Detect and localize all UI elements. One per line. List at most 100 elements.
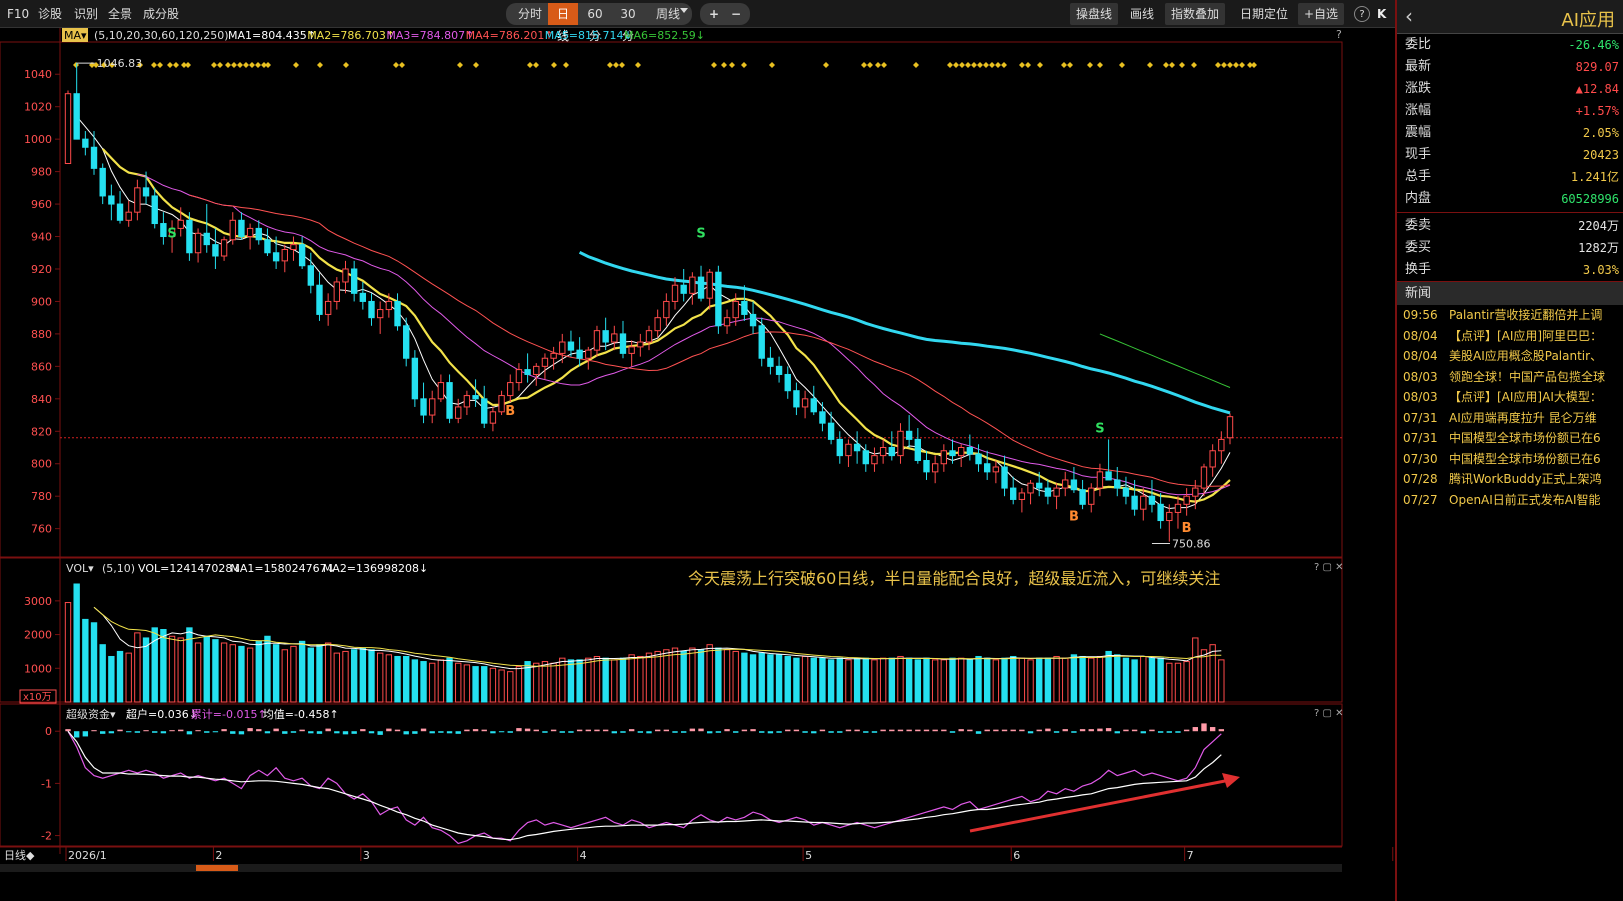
date-locate-button[interactable]: 日期定位 xyxy=(1240,0,1288,28)
candle-body xyxy=(593,330,601,351)
candle-body xyxy=(905,430,913,440)
candle-body xyxy=(671,284,679,302)
add-watchlist-button[interactable]: +自选 xyxy=(1298,3,1345,25)
candle-body xyxy=(966,447,974,455)
chart-area[interactable]: MA▾ (5,10,20,30,60,120,250) MA1=804.435↑ MA… xyxy=(0,28,1402,901)
volume-bar xyxy=(871,659,878,703)
candle-body xyxy=(1140,495,1147,510)
volume-bar xyxy=(507,671,514,703)
chevron-left-icon[interactable]: ‹ xyxy=(1405,4,1413,28)
fund-bar xyxy=(828,731,834,733)
trading-line-button[interactable]: 操盘线 xyxy=(1070,3,1119,25)
help-icon: ? xyxy=(1336,28,1342,41)
fund-bar xyxy=(342,731,349,735)
fund-bar xyxy=(394,729,401,732)
news-item[interactable]: 07/31 中国模型全球市场份额已在6 xyxy=(1397,428,1623,449)
candle-body xyxy=(758,325,765,359)
signal-diamond xyxy=(619,62,625,68)
candle-body xyxy=(1062,479,1069,489)
zoom-out-icon[interactable]: − xyxy=(726,3,746,25)
fund-bar xyxy=(1157,731,1164,733)
tab-diagnose[interactable]: 诊股 xyxy=(38,0,62,28)
volume-bar xyxy=(784,655,791,703)
candle-body xyxy=(897,430,904,457)
volume-bar xyxy=(836,657,843,703)
fund-bar xyxy=(204,731,210,733)
candle-body xyxy=(1209,450,1216,468)
period-tab-30min[interactable]: 30分 xyxy=(613,3,643,43)
volume-bar xyxy=(1122,657,1130,703)
index-overlay-button[interactable]: 指数叠加 xyxy=(1165,3,1226,25)
news-item[interactable]: 09:56 Palantir营收接近翻倍并上调 xyxy=(1397,305,1623,326)
fund-bar xyxy=(680,731,687,733)
fund-bar xyxy=(82,731,89,737)
candle-body xyxy=(1079,489,1086,505)
y-tick-label: 900 xyxy=(31,295,52,308)
fund-bars xyxy=(65,723,1225,738)
news-item[interactable]: 07/31 AI应用端再度拉升 昆仑万维 xyxy=(1397,408,1623,429)
signal-diamond xyxy=(1227,62,1233,68)
candles xyxy=(64,62,1234,542)
news-item[interactable]: 08/04 【点评】[AI应用]阿里巴巴： xyxy=(1397,326,1623,347)
collapse-icon[interactable]: K xyxy=(1377,0,1386,28)
period-tab-60min[interactable]: 60分 xyxy=(580,3,610,43)
news-time: 07/30 xyxy=(1403,451,1438,466)
news-item[interactable]: 08/04 美股AI应用概念股Palantir、 xyxy=(1397,346,1623,367)
news-item[interactable]: 07/30 中国模型全球市场份额已在6 xyxy=(1397,449,1623,470)
quote-row: 涨幅 +1.57% xyxy=(1397,100,1623,122)
signal-diamond xyxy=(151,62,157,68)
help-icon[interactable]: ? xyxy=(1354,6,1370,22)
fund-bar xyxy=(733,731,739,733)
news-headline: 中国模型全球市场份额已在6 xyxy=(1449,451,1601,466)
volume-bar xyxy=(775,654,783,703)
volume-bar xyxy=(940,659,948,703)
fund-bar xyxy=(264,731,271,734)
signal-diamond xyxy=(551,62,557,68)
news-item[interactable]: 08/03 领跑全球！中国产品包揽全球 xyxy=(1397,367,1623,388)
volume-bar xyxy=(810,657,817,703)
signal-diamond xyxy=(225,62,231,68)
news-item[interactable]: 07/28 腾讯WorkBuddy正式上架鸿 xyxy=(1397,469,1623,490)
candle-body xyxy=(1036,482,1043,489)
kline-chart[interactable]: MA▾ (5,10,20,30,60,120,250) MA1=804.435↑MA… xyxy=(0,28,1402,901)
fund-bar xyxy=(108,731,115,734)
tab-identify[interactable]: 识别 xyxy=(74,0,98,28)
news-header: 新闻 xyxy=(1397,281,1623,305)
tab-f10[interactable]: F10 xyxy=(7,0,29,28)
candle-body xyxy=(272,252,280,262)
candle-body xyxy=(879,447,887,457)
period-tab-daily[interactable]: 日线 xyxy=(548,3,578,43)
candle-body xyxy=(836,438,843,457)
fund-bar xyxy=(984,729,990,732)
fund-bar xyxy=(152,731,158,733)
candle-body xyxy=(420,398,427,416)
zoom-in-icon[interactable]: + xyxy=(704,3,724,25)
draw-line-button[interactable]: 画线 xyxy=(1130,0,1154,28)
volume-bar xyxy=(905,657,913,703)
fund-legend: 超级资金▾ 超户=0.036↓累计=-0.015↑均值=-0.458↑ ? ▢ ✕ xyxy=(66,707,1344,721)
news-item[interactable]: 07/27 OpenAI日前正式发布AI智能 xyxy=(1397,490,1623,511)
candle-body xyxy=(385,300,393,311)
tab-overview[interactable]: 全景 xyxy=(108,0,132,28)
quote-label: 最新 xyxy=(1405,59,1432,74)
candle-body xyxy=(125,211,132,221)
volume-bar xyxy=(1070,654,1078,703)
volume-bar xyxy=(220,642,228,703)
candle-body xyxy=(559,341,566,354)
ma-legend: MA▾ (5,10,20,30,60,120,250) MA1=804.435↑MA… xyxy=(62,28,1342,42)
period-tab-weekly[interactable]: 周线 xyxy=(646,3,690,25)
news-item[interactable]: 08/03 【点评】[AI应用]AI大模型： xyxy=(1397,387,1623,408)
candle-body xyxy=(940,450,948,465)
fund-bar xyxy=(524,728,531,732)
volume-bar xyxy=(801,655,809,703)
candle-body xyxy=(706,271,713,299)
fund-bar xyxy=(316,731,323,734)
candle-body xyxy=(628,346,635,354)
signal-diamond xyxy=(167,62,173,68)
volume-bar xyxy=(1096,655,1104,703)
fund-bar xyxy=(871,731,878,733)
candle-body xyxy=(533,365,540,375)
signal-diamond xyxy=(1067,62,1073,68)
period-tab-intraday[interactable]: 分时 xyxy=(512,3,548,25)
tab-components[interactable]: 成分股 xyxy=(143,0,179,28)
